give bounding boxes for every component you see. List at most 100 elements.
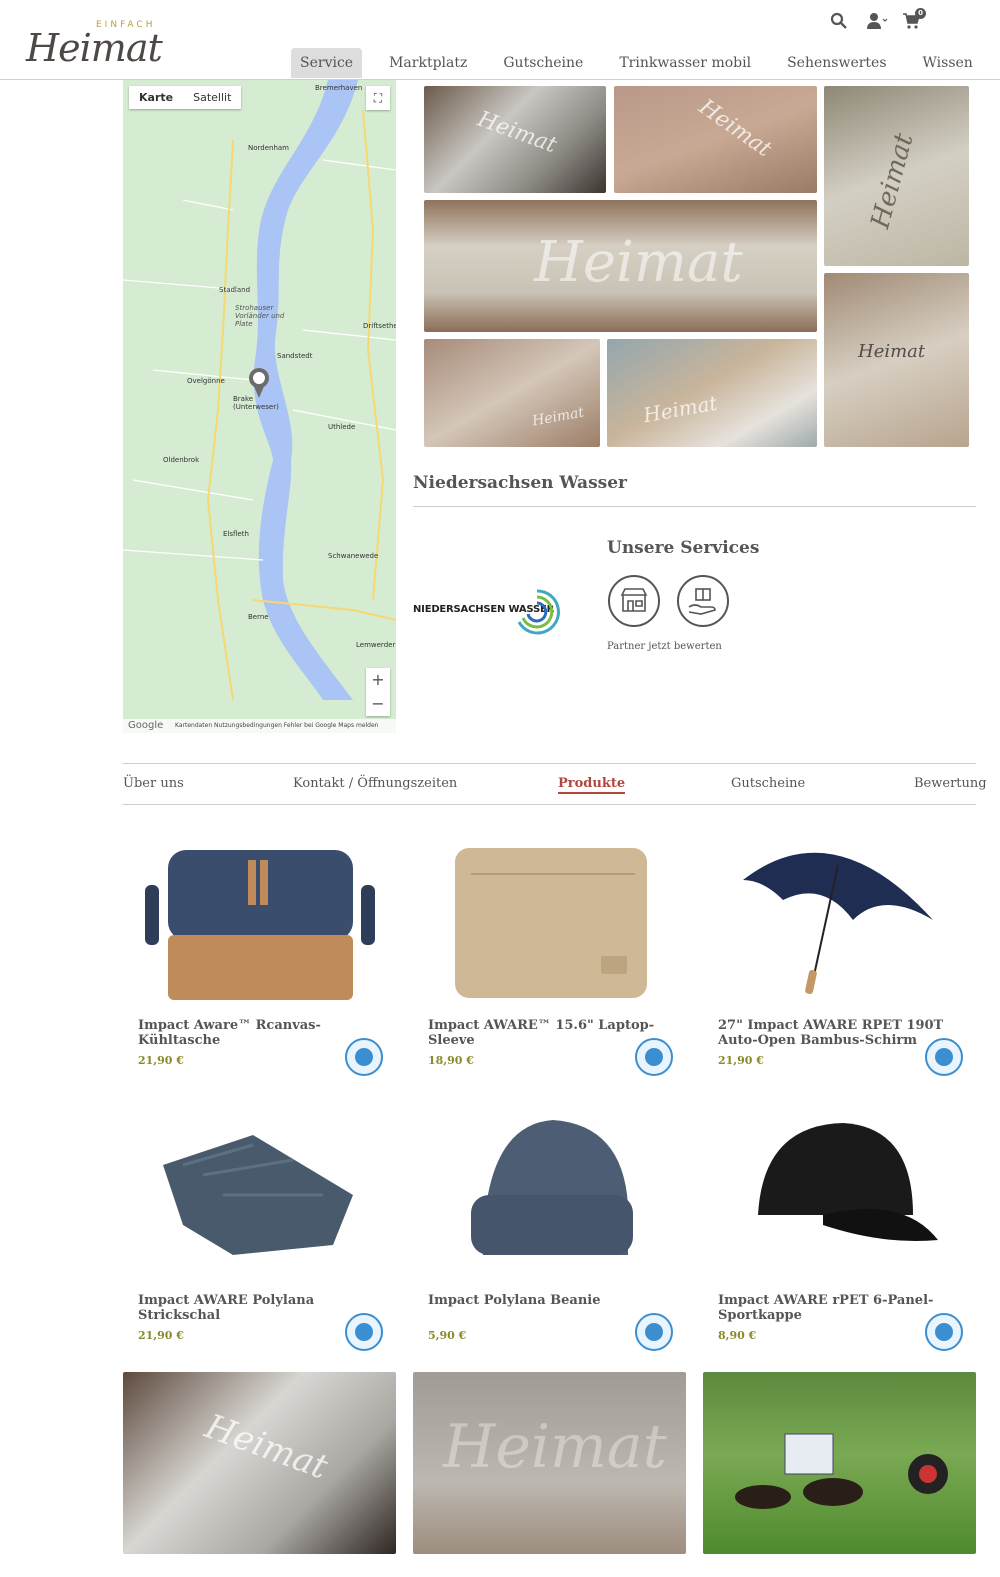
map-place: Sandstedt — [277, 352, 313, 360]
photo-watermark: Heimat — [694, 94, 776, 163]
divider — [413, 506, 976, 507]
site-header: EINFACH Heimat 0 Service Marktplatz Guts… — [0, 0, 1000, 80]
product-image-cooler-bag[interactable] — [123, 830, 396, 1010]
photo-watermark: Heimat — [858, 341, 926, 362]
main-nav: Service Marktplatz Gutscheine Trinkwasse… — [291, 48, 991, 78]
photo-tote: Heimat — [607, 339, 817, 447]
nav-gutscheine[interactable]: Gutscheine — [485, 48, 601, 78]
map-tab-satellit[interactable]: Satellit — [183, 86, 241, 109]
product-price: 8,90 € — [718, 1329, 757, 1342]
map-place: Lemwerder — [356, 641, 396, 649]
trinkwasser-badge-icon — [635, 1038, 673, 1076]
partner-logo: NIEDERSACHSEN WASSER — [413, 588, 563, 635]
photo-bell: Heimat — [424, 86, 606, 193]
map-place: Brake (Unterweser) — [233, 395, 279, 411]
nav-marktplatz[interactable]: Marktplatz — [371, 48, 485, 78]
product-card[interactable]: Impact Aware™ Rcanvas-Kühltasche 21,90 € — [123, 830, 396, 1080]
trinkwasser-badge-icon — [345, 1038, 383, 1076]
product-price: 21,90 € — [718, 1054, 764, 1067]
map-place: Berne — [248, 613, 269, 621]
photo-watermark: Heimat — [641, 390, 720, 428]
trinkwasser-badge-icon — [925, 1038, 963, 1076]
map-place: Driftsethe — [363, 322, 396, 330]
product-name: Impact AWARE Polylana Strickschal — [138, 1293, 315, 1323]
photo-towel-large[interactable]: Heimat — [413, 1372, 686, 1554]
gift-hand-icon[interactable] — [677, 575, 729, 627]
photo-towel: Heimat — [424, 200, 817, 332]
trinkwasser-badge-icon — [635, 1313, 673, 1351]
map-place: Oldenbrok — [163, 456, 200, 464]
map-place: Nordenham — [248, 144, 290, 152]
map-place: Stadland — [219, 286, 251, 294]
product-card[interactable]: Impact Polylana Beanie 5,90 € — [413, 1105, 686, 1355]
photo-bell-large[interactable]: Heimat — [123, 1372, 396, 1554]
product-price: 21,90 € — [138, 1329, 184, 1342]
fullscreen-icon[interactable]: ⛶ — [366, 86, 390, 110]
zoom-out-button[interactable]: − — [366, 692, 390, 716]
zoom-in-button[interactable]: + — [366, 668, 390, 692]
photo-watermark: Heimat — [534, 230, 743, 295]
nav-sehenswertes[interactable]: Sehenswertes — [769, 48, 904, 78]
brand-big: Heimat — [26, 26, 163, 70]
rate-partner-link[interactable]: Partner jetzt bewerten — [607, 641, 722, 652]
product-card[interactable]: Impact AWARE Polylana Strickschal 21,90 … — [123, 1105, 396, 1355]
header-icons: 0 — [830, 8, 926, 30]
product-name: Impact Polylana Beanie — [428, 1293, 601, 1308]
product-price: 5,90 € — [428, 1329, 467, 1342]
zoom-control: + − — [366, 668, 390, 716]
cart-icon[interactable]: 0 — [902, 8, 926, 30]
product-card[interactable]: Impact AWARE™ 15.6" Laptop-Sleeve 18,90 … — [413, 830, 686, 1080]
photo-bottle: Heimat — [824, 86, 969, 266]
brand-logo[interactable]: EINFACH Heimat — [26, 16, 176, 70]
shop-icon[interactable] — [608, 575, 660, 627]
map-place: Elsfleth — [223, 530, 249, 538]
product-price: 21,90 € — [138, 1054, 184, 1067]
nav-service[interactable]: Service — [291, 48, 363, 78]
map-tab-karte[interactable]: Karte — [129, 86, 183, 109]
photo-chair-bag: Heimat — [424, 339, 600, 447]
photo-watermark: Heimat — [199, 1406, 333, 1488]
photo-watermark: Heimat — [443, 1412, 667, 1482]
nav-wissen[interactable]: Wissen — [905, 48, 991, 78]
product-image-laptop-sleeve[interactable] — [413, 830, 686, 1010]
product-name: Impact AWARE™ 15.6" Laptop-Sleeve — [428, 1018, 655, 1048]
company-title: Niedersachsen Wasser — [413, 473, 627, 493]
map-place: Bremerhaven — [315, 84, 363, 92]
product-card[interactable]: Impact AWARE rPET 6-Panel-Sportkappe 8,9… — [703, 1105, 976, 1355]
map-place: Ovelgönne — [187, 377, 225, 385]
map-place: Uthlede — [328, 423, 356, 431]
partner-logo-rings-icon — [517, 589, 560, 635]
product-name: Impact Aware™ Rcanvas-Kühltasche — [138, 1018, 321, 1048]
tab-kontakt[interactable]: Kontakt / Öffnungszeiten — [293, 776, 457, 791]
photo-mug: Heimat — [824, 273, 969, 447]
user-icon[interactable] — [866, 12, 888, 30]
photo-watermark: Heimat — [474, 106, 560, 159]
product-name: 27" Impact AWARE RPET 190T Auto-Open Bam… — [718, 1018, 944, 1048]
product-name: Impact AWARE rPET 6-Panel-Sportkappe — [718, 1293, 934, 1323]
garden-scene — [735, 1433, 948, 1509]
tab-bewertung[interactable]: Bewertung — [914, 776, 987, 791]
nav-trinkwasser-mobil[interactable]: Trinkwasser mobil — [601, 48, 769, 78]
search-icon[interactable] — [830, 12, 848, 30]
google-logo: Google — [128, 720, 164, 731]
google-map[interactable]: Bremerhaven Nordenham Stadland Strohause… — [123, 80, 396, 733]
photo-garden[interactable] — [703, 1372, 976, 1554]
tab-ueber-uns[interactable]: Über uns — [123, 776, 184, 791]
map-footer[interactable]: Kartendaten Nutzungsbedingungen Fehler b… — [123, 719, 396, 733]
tab-gutscheine[interactable]: Gutscheine — [731, 776, 805, 791]
product-image-umbrella[interactable] — [703, 830, 976, 1010]
trinkwasser-badge-icon — [925, 1313, 963, 1351]
cart-count-badge: 0 — [915, 8, 926, 19]
product-image-beanie[interactable] — [413, 1105, 686, 1285]
photo-watermark: Heimat — [531, 404, 586, 430]
product-image-scarf[interactable] — [123, 1105, 396, 1285]
section-tabs: Über uns Kontakt / Öffnungszeiten Produk… — [123, 763, 987, 805]
trinkwasser-badge-icon — [345, 1313, 383, 1351]
product-card[interactable]: 27" Impact AWARE RPET 190T Auto-Open Bam… — [703, 830, 976, 1080]
photo-watermark: Heimat — [865, 130, 920, 232]
product-price: 18,90 € — [428, 1054, 474, 1067]
services-heading: Unsere Services — [607, 538, 760, 558]
tab-produkte[interactable]: Produkte — [558, 776, 626, 794]
product-image-cap[interactable] — [703, 1105, 976, 1285]
map-place: Schwanewede — [328, 552, 379, 560]
